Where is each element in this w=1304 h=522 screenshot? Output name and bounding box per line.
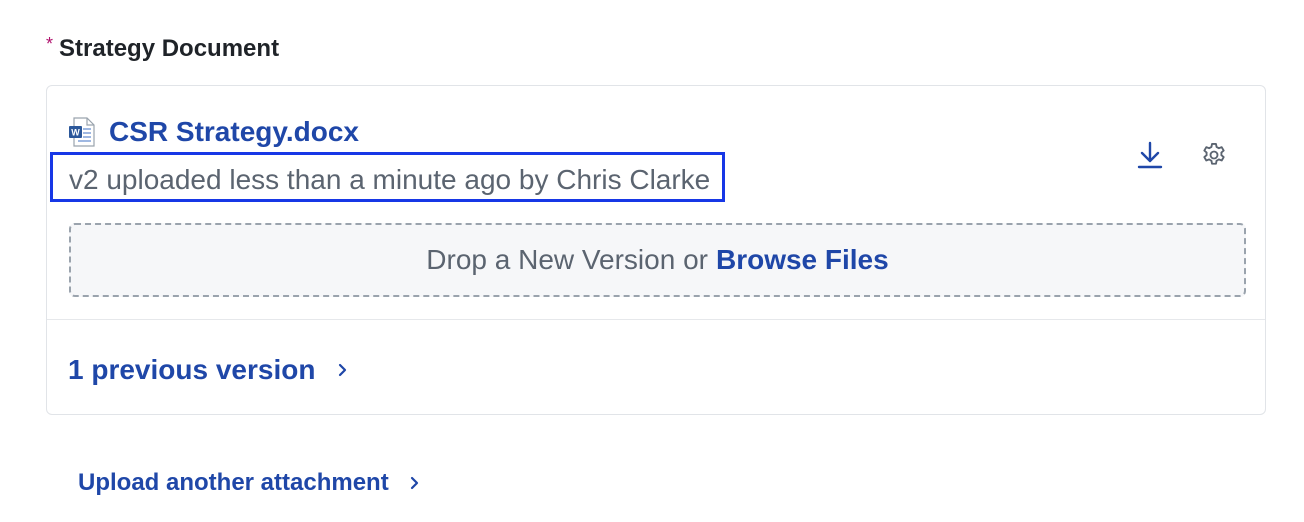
upload-another-label: Upload another attachment [78, 469, 389, 496]
file-dropzone[interactable]: Drop a New Version or Browse Files [69, 223, 1246, 297]
previous-versions-toggle[interactable]: 1 previous version [68, 350, 349, 390]
gear-icon[interactable] [1199, 140, 1229, 170]
field-label-text: Strategy Document [59, 35, 280, 62]
file-actions [1135, 140, 1229, 170]
previous-versions-label: 1 previous version [68, 354, 316, 385]
dropzone-text: Drop a New Version or [426, 244, 708, 275]
required-marker: * [46, 34, 54, 54]
upload-another-attachment-link[interactable]: Upload another attachment [78, 466, 421, 500]
chevron-right-icon [409, 475, 421, 491]
chevron-right-icon [337, 362, 349, 378]
word-document-icon: W [69, 117, 95, 147]
browse-files-link[interactable]: Browse Files [716, 244, 889, 276]
field-label: * Strategy Document [46, 33, 279, 66]
attachment-card: W CSR Strategy.docx v2 uploaded less tha… [46, 85, 1266, 415]
file-name-link[interactable]: CSR Strategy.docx [109, 114, 359, 150]
file-row: W CSR Strategy.docx [69, 114, 359, 150]
svg-text:W: W [71, 128, 80, 138]
download-icon[interactable] [1135, 140, 1165, 170]
upload-meta: v2 uploaded less than a minute ago by Ch… [50, 152, 726, 202]
divider [47, 319, 1265, 320]
